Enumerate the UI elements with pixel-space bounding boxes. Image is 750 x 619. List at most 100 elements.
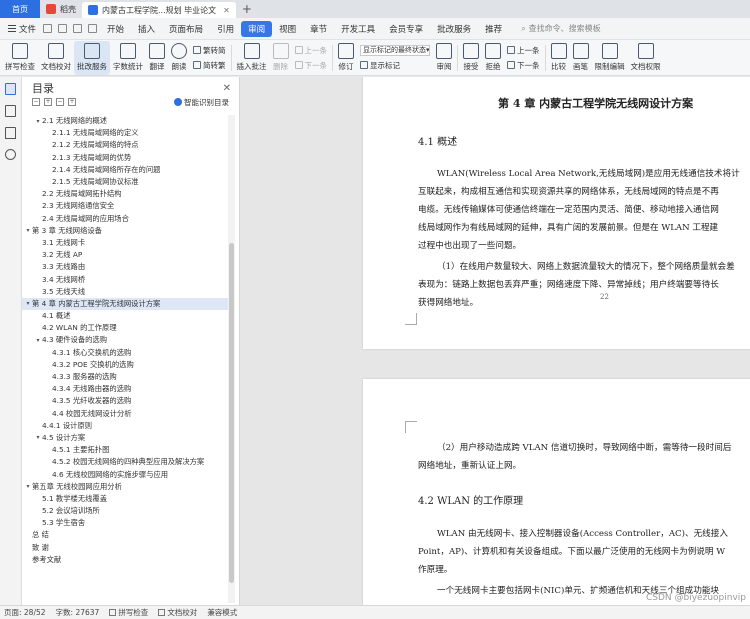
command-search[interactable]: ⌕ 查找命令、搜索模板 — [521, 23, 600, 34]
bookmark-icon[interactable] — [5, 127, 16, 139]
toc-item[interactable]: 2.3 无线网络通信安全 — [22, 200, 228, 212]
word-count-button[interactable]: 字数统计 — [110, 41, 146, 75]
expand-triangle-icon[interactable]: ▾ — [34, 434, 42, 441]
doc-permission-button[interactable]: 文档权限 — [628, 41, 664, 75]
tab-close-icon[interactable]: ✕ — [223, 6, 230, 15]
tab-docer[interactable]: 稻壳 — [40, 0, 82, 18]
toc-item[interactable]: ▾ 2.1 无线网络的概述 — [22, 115, 228, 127]
level-up-icon[interactable]: + — [68, 98, 76, 106]
tab-references[interactable]: 引用 — [210, 21, 241, 37]
toc-item[interactable]: 3.3 无线路由 — [22, 261, 228, 273]
reject-button[interactable]: 拒绝 — [482, 41, 504, 75]
toc-item[interactable]: 3.5 无线天线 — [22, 286, 228, 298]
toc-item[interactable]: 4.3.4 无线路由器的选购 — [22, 383, 228, 395]
tab-insert[interactable]: 插入 — [131, 21, 162, 37]
toc-item[interactable]: 3.4 无线网桥 — [22, 273, 228, 285]
status-spell-check[interactable]: 拼写检查 — [109, 607, 148, 618]
compare-button[interactable]: 比较 — [548, 41, 570, 75]
redo-icon[interactable] — [88, 24, 98, 33]
translate-button[interactable]: 翻译 — [146, 41, 168, 75]
expand-triangle-icon[interactable]: ▾ — [34, 337, 42, 344]
toc-item[interactable]: 5.2 会议培训场所 — [22, 505, 228, 517]
spell-check-button[interactable]: 拼写检查 — [2, 41, 38, 75]
read-aloud-button[interactable]: 朗读 — [168, 41, 190, 75]
toc-item[interactable]: 4.5.1 主要拓扑图 — [22, 444, 228, 456]
expand-triangle-icon[interactable]: ▾ — [24, 483, 32, 490]
pages-panel-icon[interactable] — [5, 105, 16, 117]
toc-item[interactable]: 2.4 无线局域网的应用场合 — [22, 213, 228, 225]
toc-item[interactable]: 4.1 概述 — [22, 310, 228, 322]
new-tab-icon[interactable]: + — [236, 0, 258, 18]
toc-item[interactable]: 3.1 无线网卡 — [22, 237, 228, 249]
show-marks-button[interactable]: 显示标记 — [360, 60, 430, 71]
toc-item[interactable]: 5.1 教学楼无线覆盖 — [22, 493, 228, 505]
level-down-icon[interactable]: − — [56, 98, 64, 106]
toc-item[interactable]: 4.4.1 设计原则 — [22, 420, 228, 432]
print-icon[interactable] — [58, 24, 68, 33]
toc-item[interactable]: ▾ 4.5 设计方案 — [22, 432, 228, 444]
toc-item[interactable]: 2.1.5 无线局域网协议标准 — [22, 176, 228, 188]
tab-start[interactable]: 开始 — [100, 21, 131, 37]
toc-item[interactable]: 4.3.3 服务器的选购 — [22, 371, 228, 383]
toc-item[interactable]: 2.1.4 无线局域网络所存在的问题 — [22, 164, 228, 176]
toc-item[interactable]: 参考文献 — [22, 554, 228, 566]
close-icon[interactable]: ✕ — [223, 83, 231, 94]
toc-item[interactable]: 4.3.1 核心交换机的选购 — [22, 347, 228, 359]
toc-item[interactable]: 致 谢 — [22, 542, 228, 554]
collapse-icon[interactable]: − — [32, 98, 40, 106]
tab-developer[interactable]: 开发工具 — [334, 21, 382, 37]
word-count-indicator[interactable]: 字数: 27637 — [56, 607, 100, 618]
delete-comment-button[interactable]: 删除 — [270, 41, 292, 75]
toc-item[interactable]: ▾ 第 4 章 内蒙古工程学院无线网设计方案 — [22, 297, 228, 310]
toc-item[interactable]: 2.1.1 无线局域网络的定义 — [22, 127, 228, 139]
toc-scroll-thumb[interactable] — [229, 243, 234, 583]
toc-item[interactable]: 4.3.5 光纤收发器的选购 — [22, 395, 228, 407]
expand-triangle-icon[interactable]: ▾ — [24, 227, 32, 234]
expand-icon[interactable]: + — [44, 98, 52, 106]
toc-item[interactable]: 4.2 WLAN 的工作原理 — [22, 322, 228, 334]
restrict-edit-button[interactable]: 限制编辑 — [592, 41, 628, 75]
tab-section[interactable]: 章节 — [303, 21, 334, 37]
page-indicator[interactable]: 页面: 28/52 — [4, 607, 46, 618]
toc-item[interactable]: 3.2 无线 AP — [22, 249, 228, 261]
toc-item[interactable]: 5.3 学生宿舍 — [22, 517, 228, 529]
tab-review[interactable]: 审阅 — [241, 20, 273, 37]
expand-triangle-icon[interactable]: ▾ — [34, 118, 42, 125]
toc-item[interactable]: 4.6 无线校园网络的实施步骤与应用 — [22, 468, 228, 480]
reviewer-button[interactable]: 审阅 — [433, 41, 455, 75]
home-tab[interactable]: 首页 — [0, 0, 40, 18]
toc-item[interactable]: 4.4 校园无线网设计分析 — [22, 408, 228, 420]
toc-item[interactable]: 总 结 — [22, 529, 228, 541]
toc-item[interactable]: ▾ 4.3 硬件设备的选购 — [22, 334, 228, 346]
toc-item[interactable]: 4.3.2 POE 交换机的选购 — [22, 359, 228, 371]
toc-panel-icon[interactable] — [5, 83, 16, 95]
tab-recommend[interactable]: 推荐 — [478, 21, 509, 37]
markup-state-select[interactable]: 显示标记的最终状态 ▾ — [360, 44, 430, 56]
prev-change-button[interactable]: 上一条 — [507, 45, 540, 56]
tab-correction-service[interactable]: 批改服务 — [430, 21, 478, 37]
accept-button[interactable]: 接受 — [460, 41, 482, 75]
toc-item[interactable]: 2.2 无线局域网拓扑结构 — [22, 188, 228, 200]
tab-page-layout[interactable]: 页面布局 — [162, 21, 210, 37]
prev-comment-button[interactable]: 上一条 — [294, 45, 327, 56]
next-change-button[interactable]: 下一条 — [507, 60, 540, 71]
smart-toc-button[interactable]: 智能识别目录 — [174, 97, 229, 108]
file-menu[interactable]: 文件 — [4, 23, 40, 35]
toc-item[interactable]: ▾ 第 3 章 无线网络设备 — [22, 225, 228, 237]
next-comment-button[interactable]: 下一条 — [294, 60, 327, 71]
search-icon[interactable] — [5, 149, 16, 160]
insert-comment-button[interactable]: 插入批注 — [234, 41, 270, 75]
toc-item[interactable]: ▾ 第五章 无线校园网应用分析 — [22, 481, 228, 493]
toc-item[interactable]: 2.1.3 无线局域网的优势 — [22, 152, 228, 164]
correction-service-button[interactable]: 批改服务 — [74, 40, 110, 75]
expand-triangle-icon[interactable]: ▾ — [24, 300, 32, 307]
tab-view[interactable]: 视图 — [272, 21, 303, 37]
toc-scrollbar[interactable] — [228, 115, 235, 603]
doc-proof-button[interactable]: 文档校对 — [38, 41, 74, 75]
toc-item[interactable]: 4.5.2 校园无线网络的四种典型应用及解决方案 — [22, 456, 228, 468]
toc-item[interactable]: 2.1.2 无线局域网络的特点 — [22, 139, 228, 151]
tab-document[interactable]: 内蒙古工程学院...规划 毕业论文 ✕ — [82, 2, 236, 18]
ink-button[interactable]: 画笔 — [570, 41, 592, 75]
undo-icon[interactable] — [73, 24, 83, 33]
save-icon[interactable] — [43, 24, 53, 33]
